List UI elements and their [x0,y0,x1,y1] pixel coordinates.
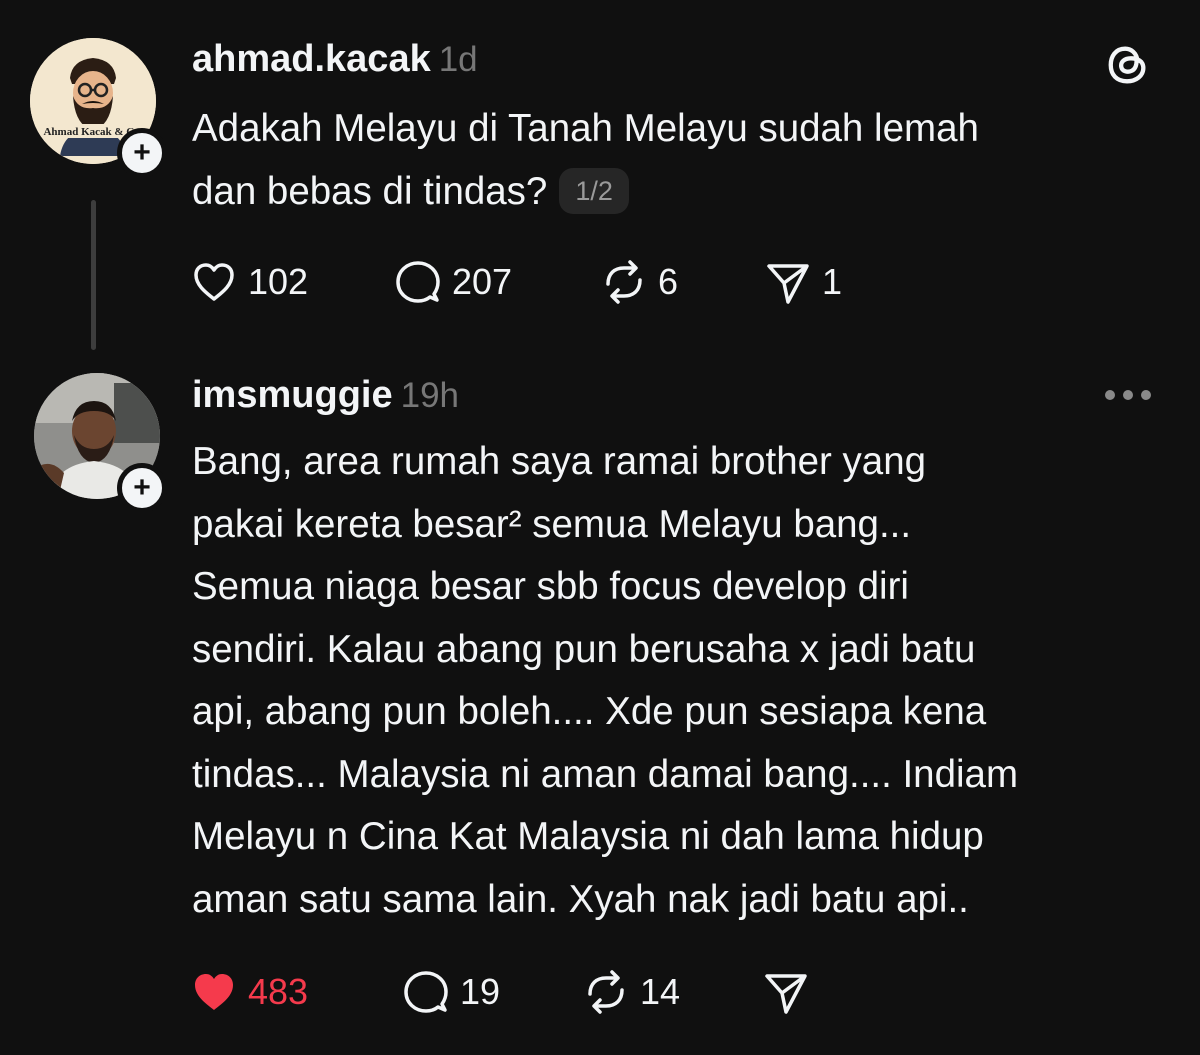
like-count: 102 [248,261,309,302]
more-options-icon[interactable] [1103,388,1153,402]
reply-count: 19 [460,971,501,1012]
reply-count: 207 [452,261,513,302]
post-text-line: aman satu sama lain. Xyah nak jadi batu … [192,877,969,921]
thread-connector-line [91,200,96,350]
post-text-line: dan bebas di tindas? 1/2 [192,161,1152,224]
page-count-badge: 1/2 [559,167,629,214]
post-time: 1d [438,40,478,79]
post-text-line-content: dan bebas di tindas? [192,169,548,213]
post-text-line: sendiri. Kalau abang pun berusaha x jadi… [192,627,976,671]
threads-logo-icon[interactable] [1105,42,1151,88]
post-header: imsmuggie 19h [192,374,459,417]
follow-plus-button[interactable]: + [117,128,167,178]
post-text-line: api, abang pun boleh.... Xde pun sesiapa… [192,690,987,733]
reply-button[interactable]: 207 [394,252,512,312]
like-button[interactable]: 483 [190,962,308,1022]
follow-plus-button[interactable]: + [117,463,167,513]
post-text-line: Melayu n Cina Kat Malaysia ni dah lama h… [192,815,984,858]
post-text-line: pakai kereta besar² semua Melayu bang... [192,502,912,546]
post-text-line: Adakah Melayu di Tanah Melayu sudah lema… [192,107,979,150]
thread-post: Ahmad Kacak & Co. + ahmad.kacak 1d Adakah… [0,0,1200,360]
repost-count: 14 [640,971,681,1012]
reply-bubble-icon [404,971,448,1013]
post-text-line: Bang, area rumah saya ramai brother yang [192,440,927,483]
share-button[interactable] [762,962,810,1022]
share-button[interactable]: 1 [764,252,842,312]
heart-filled-icon [195,974,233,1010]
post-text-line: Semua niaga besar sbb focus develop diri [192,565,909,608]
post-text: Bang, area rumah saya ramai brother yang… [192,431,1177,931]
send-icon [765,974,807,1014]
post-time: 19h [400,376,460,415]
repost-button[interactable]: 14 [582,962,680,1022]
post-text: Adakah Melayu di Tanah Melayu sudah lema… [192,98,1152,223]
send-icon [767,264,809,304]
username[interactable]: ahmad.kacak [192,38,431,80]
reply-bubble-icon [396,261,440,303]
repost-icon [606,260,642,304]
share-count: 1 [822,261,843,302]
username[interactable]: imsmuggie [192,374,393,416]
repost-count: 6 [658,261,679,302]
post-header: ahmad.kacak 1d [192,38,478,81]
repost-button[interactable]: 6 [600,252,678,312]
like-count: 483 [248,971,309,1012]
post-text-line: tindas... Malaysia ni aman damai bang...… [192,752,1019,796]
reply-button[interactable]: 19 [402,962,500,1022]
like-button[interactable]: 102 [190,252,308,312]
thread-reply: + imsmuggie 19h Bang, area rumah saya ram… [0,360,1200,1055]
repost-icon [588,970,624,1014]
heart-icon [194,263,234,301]
